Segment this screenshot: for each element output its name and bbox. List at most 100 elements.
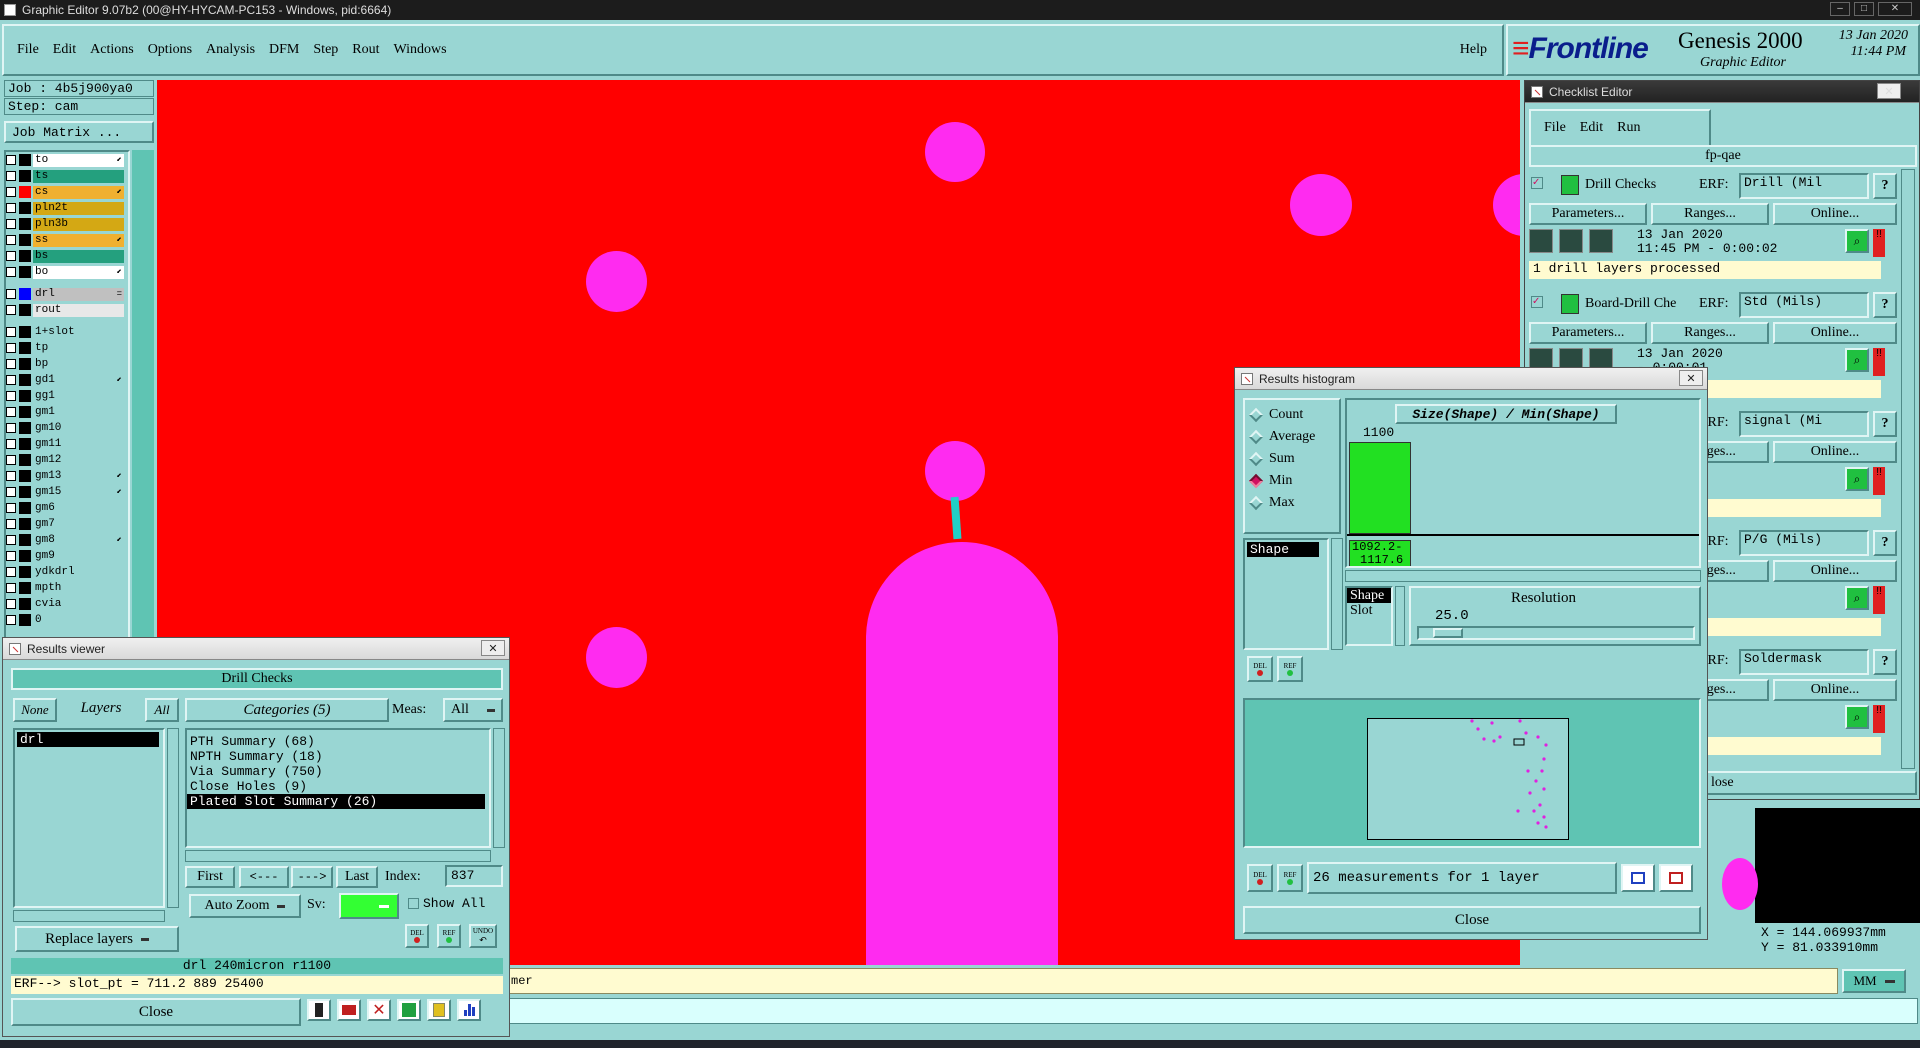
category-list[interactable]: PTH Summary (68) NPTH Summary (18) Via S…: [185, 728, 491, 848]
layer-result-list[interactable]: drl: [13, 728, 165, 908]
layer-checkbox[interactable]: [6, 519, 16, 529]
zoom-back-button[interactable]: [1659, 864, 1693, 892]
chart-title[interactable]: Size(Shape) / Min(Shape): [1395, 404, 1617, 424]
layer-row[interactable]: gm12: [6, 453, 124, 467]
close-icon[interactable]: ✕: [481, 640, 505, 656]
menu-actions[interactable]: Actions: [83, 42, 141, 58]
list-item[interactable]: Close Holes (9): [187, 779, 489, 794]
layer-probe-icon[interactable]: [307, 999, 331, 1021]
layer-row[interactable]: gm1: [6, 405, 124, 419]
board-preview[interactable]: [1367, 718, 1569, 840]
resolution-slider[interactable]: [1417, 626, 1695, 640]
layer-row[interactable]: tp: [6, 341, 124, 355]
layer-row[interactable]: ss ⬋: [6, 233, 124, 247]
layer-color-swatch[interactable]: [19, 304, 31, 316]
none-button[interactable]: None: [13, 698, 57, 722]
command-bar[interactable]: [420, 998, 1918, 1024]
histogram-close-button[interactable]: Close: [1243, 906, 1701, 934]
mode-sum[interactable]: Sum: [1245, 448, 1339, 470]
ranges-button[interactable]: Ranges...: [1651, 322, 1769, 344]
hist-del-button[interactable]: DEL: [1247, 656, 1273, 682]
layer-color-swatch[interactable]: [19, 218, 31, 230]
layer-row[interactable]: rout: [6, 303, 124, 317]
chart-icon[interactable]: [457, 999, 481, 1021]
chart-hscroll[interactable]: [1345, 570, 1701, 582]
measure-icon[interactable]: [397, 999, 421, 1021]
layer-checkbox[interactable]: [6, 251, 16, 261]
all-button[interactable]: All: [145, 698, 179, 722]
mode-min[interactable]: Min: [1245, 470, 1339, 492]
layer-color-swatch[interactable]: [19, 518, 31, 530]
online-button[interactable]: Online...: [1773, 679, 1897, 701]
erf-field[interactable]: Std (Mils): [1739, 292, 1869, 318]
layer-color-swatch[interactable]: [19, 390, 31, 402]
online-button[interactable]: Online...: [1773, 203, 1897, 225]
erf-field[interactable]: signal (Mi: [1739, 411, 1869, 437]
zoom-icon[interactable]: ⌕: [1845, 229, 1869, 253]
layer-color-swatch[interactable]: [19, 374, 31, 386]
category-hscroll[interactable]: [185, 850, 491, 862]
layer-color-swatch[interactable]: [19, 486, 31, 498]
layer-color-swatch[interactable]: [19, 406, 31, 418]
menu-help[interactable]: Help: [1453, 42, 1494, 58]
first-button[interactable]: First: [185, 866, 235, 888]
layer-checkbox[interactable]: [6, 219, 16, 229]
layer-checkbox[interactable]: [6, 267, 16, 277]
alert-icon[interactable]: !!: [1873, 348, 1885, 376]
layer-list-hscroll[interactable]: [13, 910, 165, 922]
layer-row[interactable]: gm7: [6, 517, 124, 531]
preview-ref-button[interactable]: REF: [1277, 864, 1303, 892]
close-icon[interactable]: ✕: [1679, 370, 1703, 386]
layer-row[interactable]: to ⬋: [6, 153, 124, 167]
layer-color-swatch[interactable]: [19, 582, 31, 594]
list-item[interactable]: Shape: [1347, 588, 1391, 603]
preview-del-button[interactable]: DEL: [1247, 864, 1273, 892]
erf-field[interactable]: Drill (Mil: [1739, 173, 1869, 199]
meas-dropdown[interactable]: All: [443, 698, 503, 722]
selector-scrollbar[interactable]: [1395, 586, 1405, 646]
layer-checkbox[interactable]: [6, 235, 16, 245]
alert-icon[interactable]: !!: [1873, 586, 1885, 614]
layer-color-swatch[interactable]: [19, 342, 31, 354]
list-item[interactable]: Slot: [1347, 603, 1391, 618]
layer-color-swatch[interactable]: [19, 422, 31, 434]
online-button[interactable]: Online...: [1773, 441, 1897, 463]
last-button[interactable]: Last: [336, 866, 378, 888]
layer-row[interactable]: drl =: [6, 287, 124, 301]
categories-button[interactable]: Categories (5): [185, 698, 389, 722]
layer-checkbox[interactable]: [6, 583, 16, 593]
layer-checkbox[interactable]: [6, 535, 16, 545]
menu-dfm[interactable]: DFM: [262, 42, 306, 58]
layer-checkbox[interactable]: [6, 567, 16, 577]
layer-checkbox[interactable]: [6, 423, 16, 433]
layer-color-swatch[interactable]: [19, 502, 31, 514]
layer-color-swatch[interactable]: [19, 250, 31, 262]
run-action-icon[interactable]: [1529, 229, 1553, 253]
alert-icon[interactable]: !!: [1873, 467, 1885, 495]
layer-checkbox[interactable]: [6, 487, 16, 497]
sv-color-dropdown[interactable]: [339, 893, 399, 919]
layer-color-swatch[interactable]: [19, 326, 31, 338]
layer-color-swatch[interactable]: [19, 288, 31, 300]
alert-icon[interactable]: !!: [1873, 229, 1885, 257]
list-item[interactable]: PTH Summary (68): [187, 734, 489, 749]
layer-checkbox[interactable]: [6, 305, 16, 315]
alert-icon[interactable]: !!: [1873, 705, 1885, 733]
layer-checkbox[interactable]: [6, 289, 16, 299]
layer-color-swatch[interactable]: [19, 438, 31, 450]
highlight-icon[interactable]: [337, 999, 361, 1021]
zoom-icon[interactable]: ⌕: [1845, 348, 1869, 372]
zoom-icon[interactable]: ⌕: [1845, 705, 1869, 729]
check-enable-checkbox[interactable]: ✓: [1531, 296, 1543, 308]
minimize-icon[interactable]: –: [1830, 2, 1850, 16]
layer-scrollbar[interactable]: [132, 150, 154, 640]
menu-options[interactable]: Options: [141, 42, 199, 58]
layer-row[interactable]: gg1: [6, 389, 124, 403]
layer-color-swatch[interactable]: [19, 614, 31, 626]
layer-checkbox[interactable]: [6, 471, 16, 481]
online-button[interactable]: Online...: [1773, 560, 1897, 582]
layer-checkbox[interactable]: [6, 439, 16, 449]
layer-checkbox[interactable]: [6, 615, 16, 625]
layer-color-swatch[interactable]: [19, 454, 31, 466]
layer-color-swatch[interactable]: [19, 534, 31, 546]
